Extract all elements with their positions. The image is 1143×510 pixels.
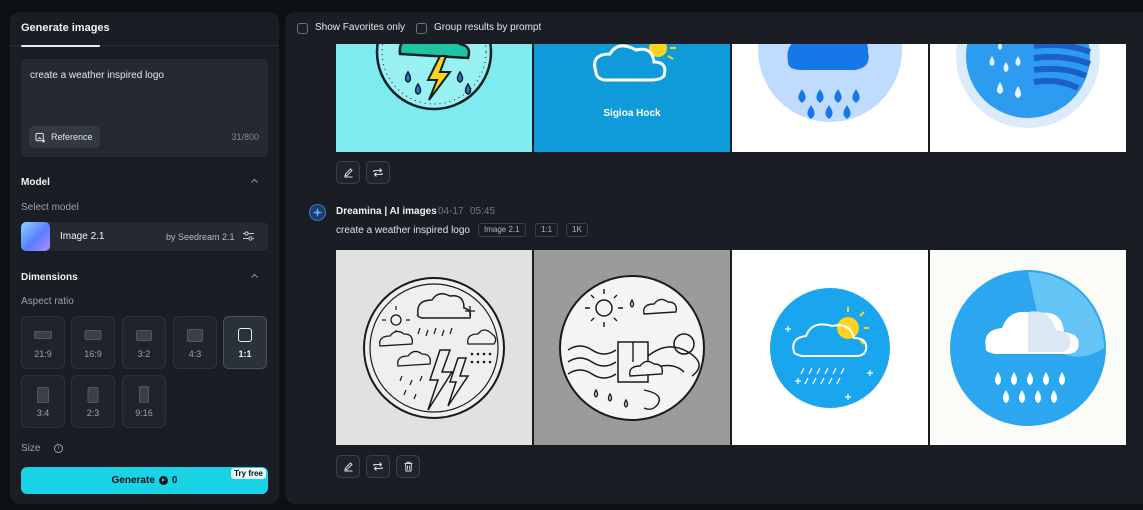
ratio-3-2[interactable]: 3:2 <box>122 316 166 369</box>
reference-button[interactable]: Reference <box>29 126 100 148</box>
dimensions-section-title: Dimensions <box>21 272 78 283</box>
regenerate-icon <box>373 168 383 177</box>
generate-button[interactable]: Generate 0 Try free <box>21 467 268 494</box>
ratio-label: 3:2 <box>137 349 151 359</box>
tag-model: Image 2.1 <box>478 223 526 237</box>
credit-count: 0 <box>171 475 178 486</box>
aspect-ratio-label: Aspect ratio <box>21 296 74 307</box>
ratio-2-3[interactable]: 2:3 <box>71 375 115 428</box>
ratio-label: 2:3 <box>86 408 100 418</box>
ratio-shape <box>238 328 252 342</box>
image-add-icon <box>35 132 46 143</box>
show-favorites-checkbox[interactable] <box>297 23 308 34</box>
regenerate-button[interactable] <box>366 455 390 478</box>
model-selector[interactable]: Image 2.1 by Seedream 2.1 <box>21 222 268 251</box>
regenerate-button[interactable] <box>366 161 390 184</box>
result-date: 04-17 <box>438 206 464 217</box>
lineart-storm-logo-image <box>336 250 532 445</box>
model-section-title: Model <box>21 177 50 188</box>
char-counter: 31/800 <box>231 132 259 142</box>
prompt-input[interactable]: create a weather inspired logo Reference… <box>21 59 268 157</box>
dreamina-logo-icon <box>312 207 323 218</box>
edit-icon <box>343 168 353 178</box>
ratio-label: 21:9 <box>34 349 52 359</box>
cloud-rain-gradient-logo-image <box>930 250 1126 445</box>
ratio-1-1[interactable]: 1:1 <box>223 316 267 369</box>
ratio-label: 3:4 <box>36 408 50 418</box>
delete-button[interactable] <box>396 455 420 478</box>
ratio-shape <box>139 386 149 403</box>
ratio-label: 4:3 <box>188 349 202 359</box>
generate-label: Generate <box>111 475 155 486</box>
ratio-shape <box>34 331 52 339</box>
ratio-label: 1:1 <box>238 349 252 359</box>
avatar <box>309 204 326 221</box>
ratio-shape <box>84 330 102 340</box>
ratio-21-9[interactable]: 21:9 <box>21 316 65 369</box>
ratio-shape <box>187 329 203 342</box>
reference-label: Reference <box>51 132 93 142</box>
tag-ratio: 1:1 <box>535 223 559 237</box>
ratio-shape <box>37 387 49 403</box>
result-prompt[interactable]: create a weather inspired logo <box>336 225 470 236</box>
ratio-label: 9:16 <box>135 408 153 418</box>
edit-button[interactable] <box>336 455 360 478</box>
group-results-label[interactable]: Group results by prompt <box>434 22 541 33</box>
credit-icon <box>158 476 168 485</box>
author-name: Dreamina | AI images <box>336 206 437 217</box>
group-results-checkbox[interactable] <box>416 23 427 34</box>
result-image[interactable] <box>930 250 1126 445</box>
model-thumbnail <box>21 222 50 251</box>
edit-icon <box>343 462 353 472</box>
show-favorites-label[interactable]: Show Favorites only <box>315 22 405 33</box>
tab-generate-images[interactable]: Generate images <box>21 22 110 34</box>
results-panel: Sigioa Hock Show Favorites only Group re… <box>285 12 1143 504</box>
lineart-sun-waves-logo-image <box>534 250 730 445</box>
model-provider: by Seedream 2.1 <box>166 232 235 242</box>
ratio-9-16[interactable]: 9:16 <box>122 375 166 428</box>
result-image[interactable] <box>534 250 730 445</box>
cloud-sun-rain-logo-image <box>732 250 928 445</box>
tab-active-indicator <box>21 45 100 47</box>
prompt-text[interactable]: create a weather inspired logo <box>30 70 164 81</box>
sliders-icon[interactable] <box>242 230 255 242</box>
edit-button[interactable] <box>336 161 360 184</box>
info-icon[interactable]: i <box>54 444 63 453</box>
chevron-up-icon[interactable] <box>250 273 259 279</box>
select-model-label: Select model <box>21 202 79 213</box>
chevron-up-icon[interactable] <box>250 178 259 184</box>
image-logo-text: Sigioa Hock <box>603 108 661 119</box>
result-image[interactable] <box>732 250 928 445</box>
ratio-shape <box>136 330 152 341</box>
ratio-shape <box>87 387 99 403</box>
result-time: 05:45 <box>470 206 496 217</box>
size-label: Size <box>21 443 41 454</box>
regenerate-icon <box>373 462 383 471</box>
results-toolbar: Show Favorites only Group results by pro… <box>285 12 1143 44</box>
ratio-3-4[interactable]: 3:4 <box>21 375 65 428</box>
trash-icon <box>404 461 412 472</box>
tag-resolution: 1K <box>566 223 588 237</box>
ratio-16-9[interactable]: 16:9 <box>71 316 115 369</box>
generate-panel: Generate images create a weather inspire… <box>10 12 279 504</box>
ratio-4-3[interactable]: 4:3 <box>173 316 217 369</box>
model-name: Image 2.1 <box>60 231 105 242</box>
try-free-badge: Try free <box>231 468 266 479</box>
result-image[interactable] <box>336 250 532 445</box>
ratio-label: 16:9 <box>84 349 102 359</box>
